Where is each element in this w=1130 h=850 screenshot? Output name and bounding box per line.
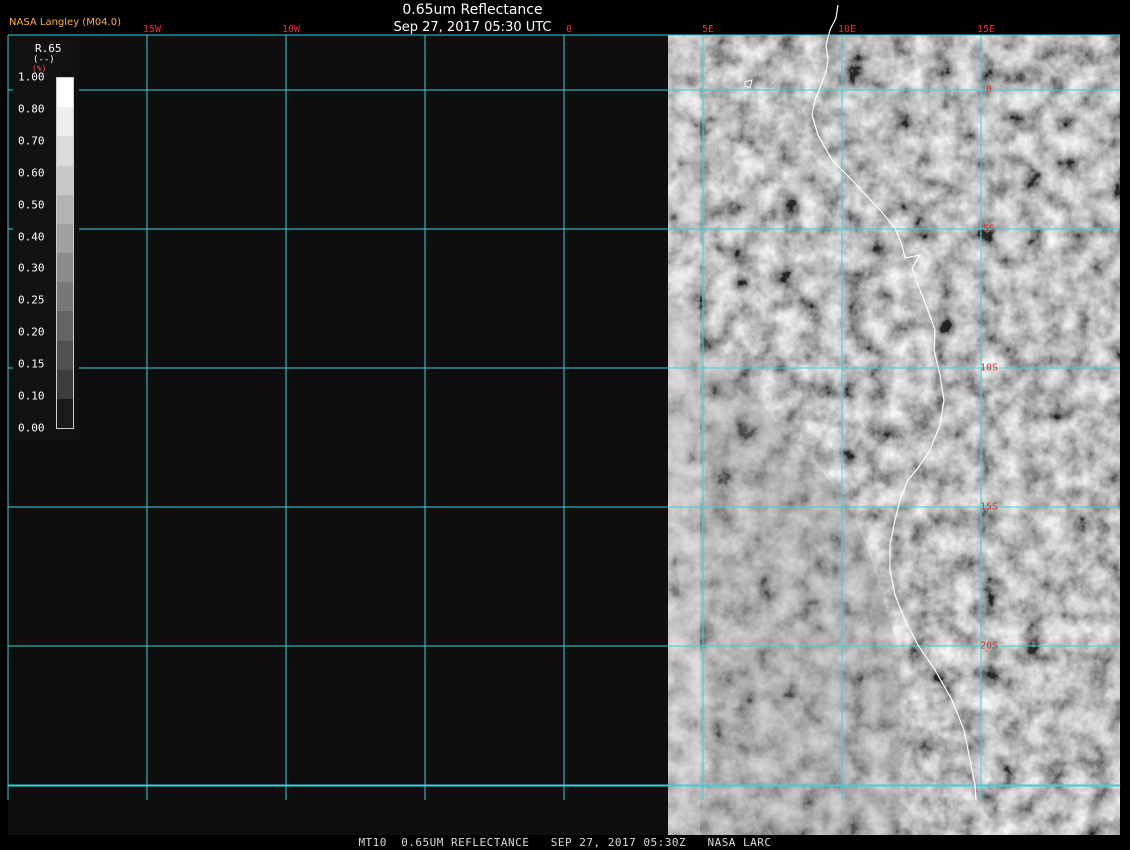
legend-tick-label: 0.30	[18, 261, 45, 275]
legend-color-step	[57, 340, 73, 371]
legend-color-step	[57, 223, 73, 254]
image-title: 0.65um Reflectance	[402, 2, 543, 18]
latitude-label: 10S	[979, 362, 999, 374]
legend-tick-label: 0.10	[18, 389, 45, 403]
legend-tick-label: 0.80	[18, 102, 45, 116]
legend-color-step	[57, 165, 73, 196]
longitude-label: 15W	[142, 24, 162, 35]
longitude-label: 0	[565, 24, 573, 35]
legend-variable: R.65	[35, 42, 62, 55]
longitude-label: 10E	[837, 24, 857, 35]
legend-color-step	[57, 107, 73, 137]
legend-tick-label: 0.25	[18, 293, 45, 307]
satellite-image-viewer: NASA Langley (M04.0) 0.65um Reflectance …	[0, 0, 1130, 850]
latitude-label: 20S	[979, 640, 999, 652]
legend-tick-label: 0.20	[18, 325, 45, 339]
legend-color-step	[57, 136, 73, 166]
longitude-label: 5E	[701, 24, 715, 35]
latitude-label: 15S	[979, 501, 999, 513]
legend-tick-label: 0.00	[18, 421, 45, 435]
legend-tick-label: 0.50	[18, 198, 45, 212]
longitude-label: 15E	[976, 24, 996, 35]
image-datetime: Sep 27, 2017 05:30 UTC	[393, 20, 552, 35]
reflectance-map	[0, 0, 1130, 850]
legend-tick-label: 0.15	[18, 357, 45, 371]
latitude-label: 5S	[982, 223, 996, 235]
latitude-label: 0	[985, 84, 993, 96]
cloud-imagery	[668, 35, 1120, 835]
legend-color-step	[57, 282, 73, 312]
legend-tick-label: 1.00	[18, 70, 45, 84]
legend-color-step	[57, 253, 73, 283]
legend-tick-label: 0.40	[18, 230, 45, 244]
longitude-label: 10W	[281, 24, 301, 35]
legend-tick-label: 0.60	[18, 166, 45, 180]
legend-color-step	[57, 194, 73, 225]
footer-caption: MT10 0.65UM REFLECTANCE SEP 27, 2017 05:…	[358, 836, 772, 849]
legend-tick-label: 0.70	[18, 134, 45, 148]
legend-colorbar	[56, 77, 74, 429]
legend-color-step	[57, 78, 73, 108]
legend-color-step	[57, 369, 73, 400]
legend-color-step	[57, 398, 73, 429]
legend-color-step	[57, 311, 73, 341]
color-legend: R.65 (--) (%) 1.00 0.80 0.70 0.60 0.50 0.40 0.…	[13, 40, 79, 440]
